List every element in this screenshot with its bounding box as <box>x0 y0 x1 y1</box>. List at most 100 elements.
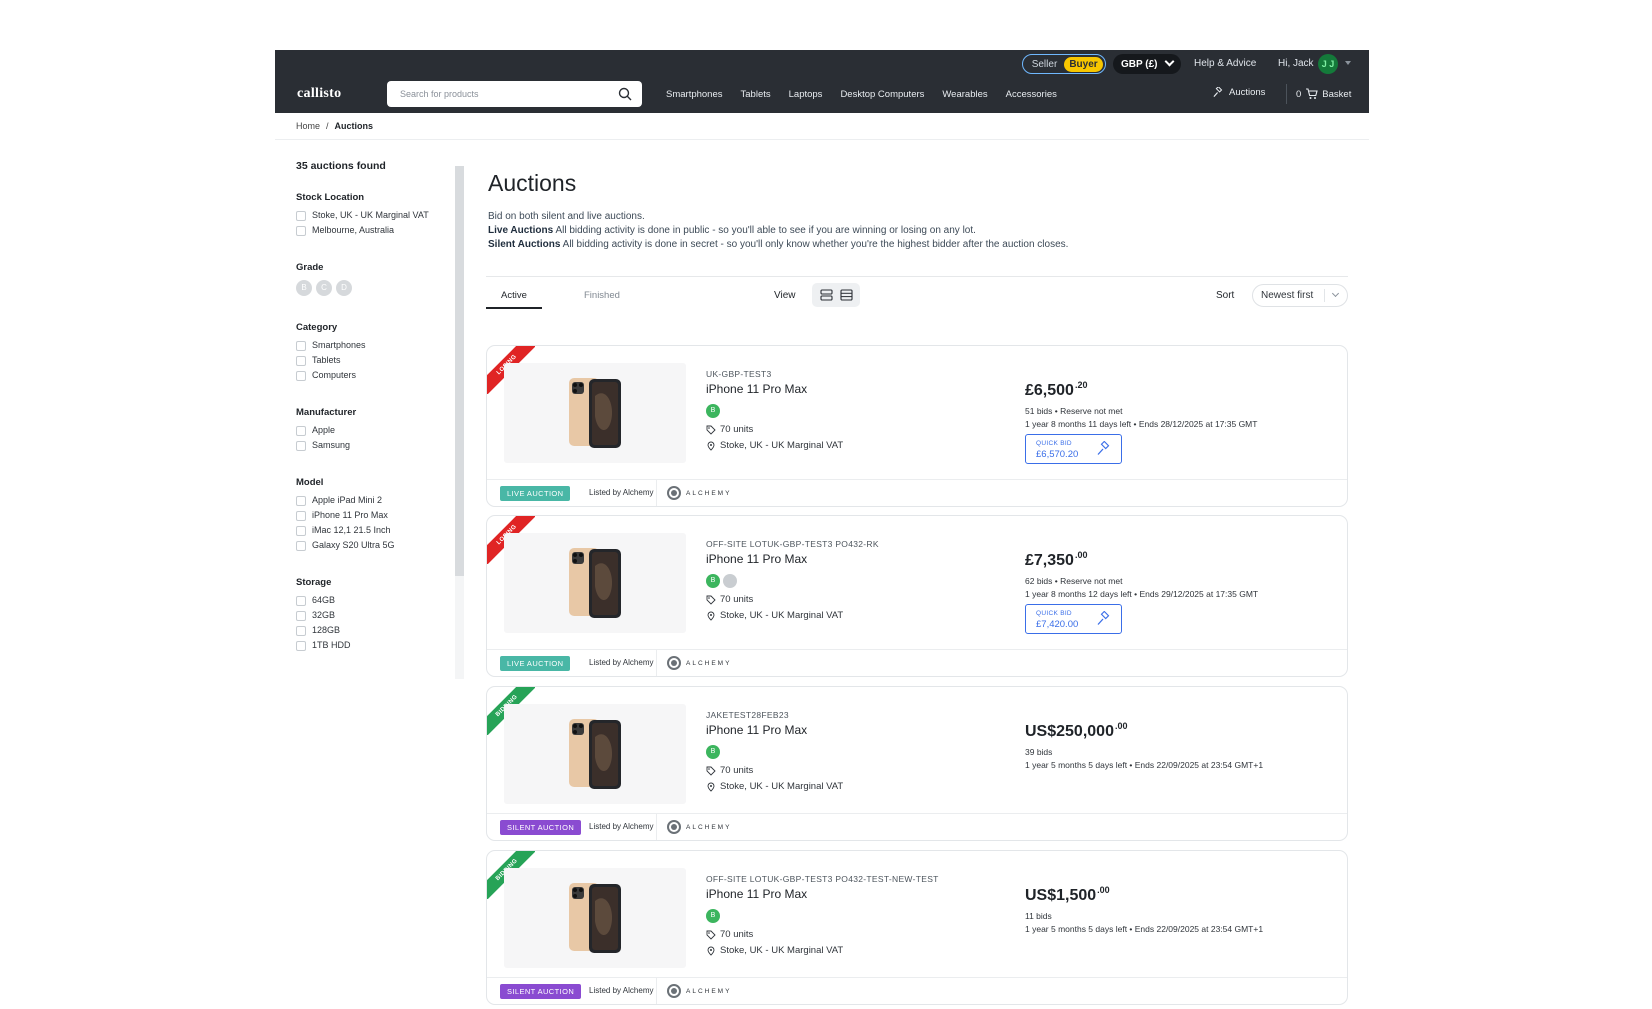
breadcrumb-separator: / <box>326 121 329 131</box>
filter-option[interactable]: Samsung <box>296 440 456 451</box>
alchemy-logo[interactable]: ALCHEMY <box>667 656 731 670</box>
quick-bid-button[interactable]: QUICK BID £7,420.00 <box>1025 604 1122 634</box>
auction-sku: OFF-SITE LOTUK-GBP-TEST3 PO432-TEST-NEW-… <box>706 874 939 884</box>
quick-bid-button[interactable]: QUICK BID £6,570.20 <box>1025 434 1122 464</box>
filter-option[interactable]: 128GB <box>296 625 456 636</box>
current-price: US$1,500.00 <box>1025 885 1110 905</box>
breadcrumb-home[interactable]: Home <box>296 121 320 131</box>
checkbox[interactable] <box>296 596 306 606</box>
auction-card[interactable]: BIDDING JAKETEST28FEB23 iPhone 11 Pro Ma… <box>486 686 1348 841</box>
filter-option[interactable]: 64GB <box>296 595 456 606</box>
filter-option[interactable]: Apple iPad Mini 2 <box>296 495 456 506</box>
location-text: Stoke, UK - UK Marginal VAT <box>720 610 844 621</box>
checkbox[interactable] <box>296 641 306 651</box>
search-input[interactable] <box>387 89 607 99</box>
auction-card[interactable]: LOSING UK-GBP-TEST3 iPhone 11 Pro Max B … <box>486 345 1348 507</box>
checkbox[interactable] <box>296 226 306 236</box>
iphone-image <box>569 548 621 618</box>
checkbox[interactable] <box>296 426 306 436</box>
auction-card[interactable]: LOSING OFF-SITE LOTUK-GBP-TEST3 PO432-RK… <box>486 515 1348 677</box>
product-name[interactable]: iPhone 11 Pro Max <box>706 723 807 737</box>
filter-option[interactable]: Tablets <box>296 355 456 366</box>
checkbox[interactable] <box>296 341 306 351</box>
user-greeting: Hi, Jack <box>1278 58 1314 69</box>
buyer-option[interactable]: Buyer <box>1064 56 1103 72</box>
intro-line: Bid on both silent and live auctions. <box>488 211 645 222</box>
checkbox[interactable] <box>296 511 306 521</box>
filter-option[interactable]: Computers <box>296 370 456 381</box>
product-image[interactable] <box>504 868 686 968</box>
sort-select[interactable]: Newest first <box>1252 284 1348 307</box>
time-left: 1 year 8 months 11 days left • Ends 28/1… <box>1025 419 1258 429</box>
card-view-button[interactable] <box>817 286 835 304</box>
auction-sku: JAKETEST28FEB23 <box>706 710 789 720</box>
checkbox[interactable] <box>296 611 306 621</box>
grade-chip-d[interactable]: D <box>336 280 352 296</box>
currency-selector[interactable]: GBP (£) <box>1113 54 1181 74</box>
nav-desktop-computers[interactable]: Desktop Computers <box>840 89 924 100</box>
filter-option[interactable]: Stoke, UK - UK Marginal VAT <box>296 210 456 221</box>
product-name[interactable]: iPhone 11 Pro Max <box>706 887 807 901</box>
checkbox[interactable] <box>296 541 306 551</box>
filter-option[interactable]: Smartphones <box>296 340 456 351</box>
grade-chip-b[interactable]: B <box>296 280 312 296</box>
filter-manufacturer: Manufacturer Apple Samsung <box>296 407 456 451</box>
nav-tablets[interactable]: Tablets <box>741 89 771 100</box>
checkbox[interactable] <box>296 356 306 366</box>
price-main: £6,500 <box>1025 382 1074 399</box>
card-view-icon <box>819 289 833 301</box>
avatar[interactable]: J J <box>1318 54 1338 74</box>
checkbox[interactable] <box>296 526 306 536</box>
filter-title: Manufacturer <box>296 407 357 418</box>
seller-buyer-toggle[interactable]: Seller Buyer <box>1022 54 1106 74</box>
nav-wearables[interactable]: Wearables <box>942 89 987 100</box>
price-cents: .00 <box>1114 721 1128 731</box>
option-label: iPhone 11 Pro Max <box>312 510 388 520</box>
product-image[interactable] <box>504 363 686 463</box>
list-view-button[interactable] <box>837 286 855 304</box>
basket-link[interactable]: 0 Basket <box>1296 88 1351 100</box>
alchemy-logo[interactable]: ALCHEMY <box>667 984 731 998</box>
location-pin-icon <box>707 946 715 956</box>
checkbox[interactable] <box>296 496 306 506</box>
callisto-logo[interactable]: callisto <box>297 86 341 102</box>
seller-option[interactable]: Seller <box>1025 59 1064 70</box>
checkbox[interactable] <box>296 626 306 636</box>
help-advice-link[interactable]: Help & Advice <box>1194 58 1256 69</box>
filter-option[interactable]: Melbourne, Australia <box>296 225 456 236</box>
nav-smartphones[interactable]: Smartphones <box>666 89 723 100</box>
checkbox[interactable] <box>296 371 306 381</box>
auction-type-badge: LIVE AUCTION <box>500 656 571 671</box>
tab-active[interactable]: Active <box>501 290 527 301</box>
search-icon[interactable] <box>618 87 632 101</box>
tab-finished[interactable]: Finished <box>584 290 620 301</box>
sidebar-scroll-thumb[interactable] <box>455 166 464 576</box>
product-image[interactable] <box>504 533 686 633</box>
product-name[interactable]: iPhone 11 Pro Max <box>706 552 807 566</box>
auction-card[interactable]: BIDDING OFF-SITE LOTUK-GBP-TEST3 PO432-T… <box>486 850 1348 1005</box>
nav-accessories[interactable]: Accessories <box>1006 89 1057 100</box>
alchemy-logo[interactable]: ALCHEMY <box>667 820 731 834</box>
sidebar-scrollbar[interactable] <box>455 166 464 679</box>
auctions-nav-link[interactable]: Auctions <box>1213 87 1265 98</box>
grade-chip-c[interactable]: C <box>316 280 332 296</box>
filter-option[interactable]: iMac 12,1 21.5 Inch <box>296 525 456 536</box>
silent-auctions-text: All bidding activity is done in secret -… <box>562 239 1069 250</box>
filter-option[interactable]: 32GB <box>296 610 456 621</box>
nav-laptops[interactable]: Laptops <box>789 89 823 100</box>
location-info: Stoke, UK - UK Marginal VAT <box>706 945 843 956</box>
alchemy-logo[interactable]: ALCHEMY <box>667 486 731 500</box>
account-menu-caret-icon[interactable] <box>1345 61 1351 65</box>
filter-option[interactable]: Apple <box>296 425 456 436</box>
product-name[interactable]: iPhone 11 Pro Max <box>706 382 807 396</box>
top-header: Seller Buyer GBP (£) Help & Advice Hi, J… <box>275 50 1369 113</box>
filter-option[interactable]: iPhone 11 Pro Max <box>296 510 456 521</box>
checkbox[interactable] <box>296 441 306 451</box>
filter-option[interactable]: 1TB HDD <box>296 640 456 651</box>
gavel-icon <box>1097 441 1110 455</box>
alchemy-wordmark: ALCHEMY <box>686 489 732 497</box>
auctions-intro: Bid on both silent and live auctions. Li… <box>488 210 1068 252</box>
product-image[interactable] <box>504 704 686 804</box>
checkbox[interactable] <box>296 211 306 221</box>
filter-option[interactable]: Galaxy S20 Ultra 5G <box>296 540 456 551</box>
